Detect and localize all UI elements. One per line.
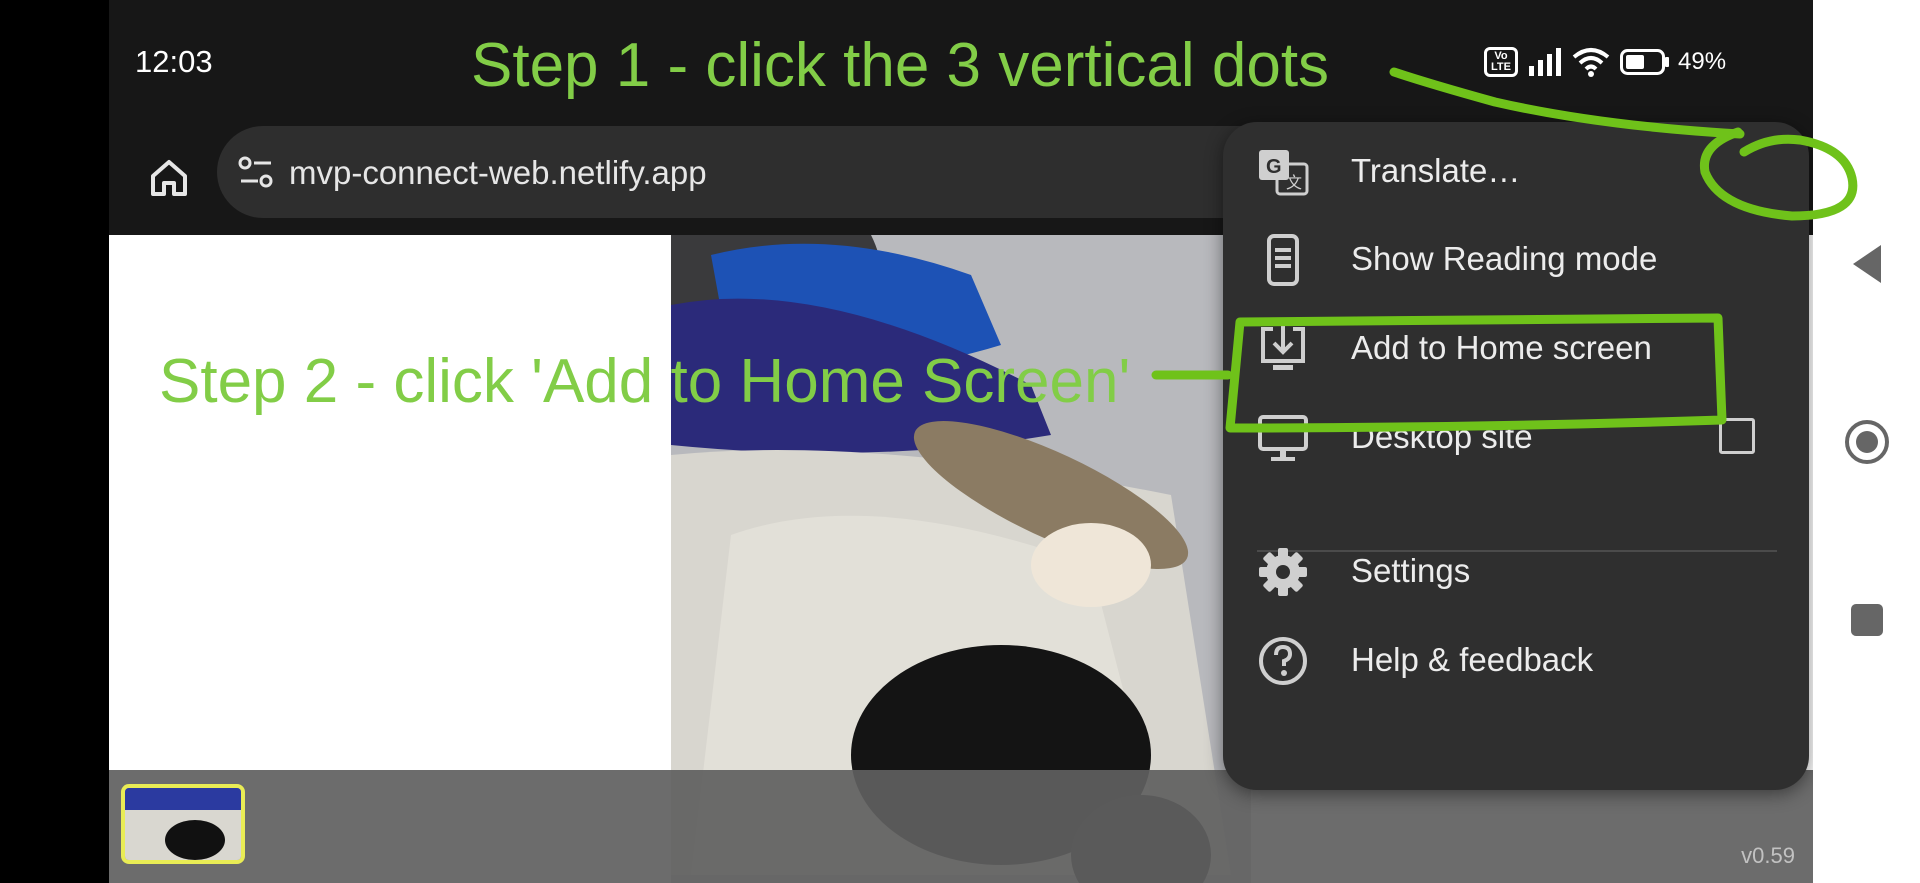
reading-mode-icon: [1257, 234, 1309, 286]
battery-indicator: 49%: [1620, 48, 1726, 76]
recents-icon: [1851, 604, 1883, 636]
status-time: 12:03: [135, 44, 213, 79]
add-to-home-icon: [1257, 323, 1309, 375]
svg-text:文: 文: [1286, 173, 1302, 192]
android-navigation-bar: [1813, 0, 1920, 883]
help-icon: [1257, 635, 1309, 687]
wifi-icon: [1572, 48, 1610, 77]
menu-item-help-feedback[interactable]: Help & feedback: [1223, 605, 1809, 713]
menu-label-reading-mode: Show Reading mode: [1351, 240, 1658, 277]
annotation-step-1: Step 1 - click the 3 vertical dots: [471, 31, 1330, 100]
home-nav-button[interactable]: [1835, 410, 1899, 474]
back-icon: [1853, 245, 1881, 283]
phone-screen: 12:03 Vo LTE 49% mvp-connect-web.netlify…: [109, 0, 1813, 883]
thumbnail-image: [125, 788, 241, 860]
translate-icon: G 文: [1257, 146, 1309, 198]
recents-button[interactable]: [1835, 588, 1899, 652]
battery-percent: 49%: [1678, 48, 1727, 75]
url-text[interactable]: mvp-connect-web.netlify.app: [289, 154, 707, 192]
volte-icon: Vo LTE: [1484, 47, 1518, 77]
photo-thumbnail[interactable]: [121, 784, 245, 864]
browser-overflow-menu: G 文 Translate… Show Reading mode Add to …: [1223, 122, 1809, 790]
gear-icon: [1257, 546, 1309, 598]
back-button[interactable]: [1835, 232, 1899, 296]
menu-label-add-to-home-screen: Add to Home screen: [1351, 329, 1652, 366]
annotation-step-2: Step 2 - click 'Add to Home Screen': [159, 347, 1131, 416]
desktop-site-checkbox[interactable]: [1719, 418, 1755, 454]
menu-label-translate: Translate…: [1351, 152, 1521, 189]
menu-label-help-feedback: Help & feedback: [1351, 641, 1594, 678]
menu-label-settings: Settings: [1351, 552, 1471, 589]
menu-item-desktop-site[interactable]: Desktop site: [1223, 382, 1809, 490]
site-settings-icon[interactable]: [237, 154, 275, 190]
app-version: v0.59: [1741, 843, 1795, 868]
signal-icon: [1529, 48, 1561, 76]
svg-text:G: G: [1266, 156, 1282, 178]
status-icons: Vo LTE 49%: [1484, 42, 1726, 82]
home-button[interactable]: [139, 148, 199, 208]
menu-label-desktop-site: Desktop site: [1351, 418, 1533, 455]
home-circle-icon: [1845, 420, 1889, 464]
battery-icon: [1620, 49, 1669, 75]
home-icon: [151, 160, 187, 196]
desktop-icon: [1257, 412, 1309, 464]
